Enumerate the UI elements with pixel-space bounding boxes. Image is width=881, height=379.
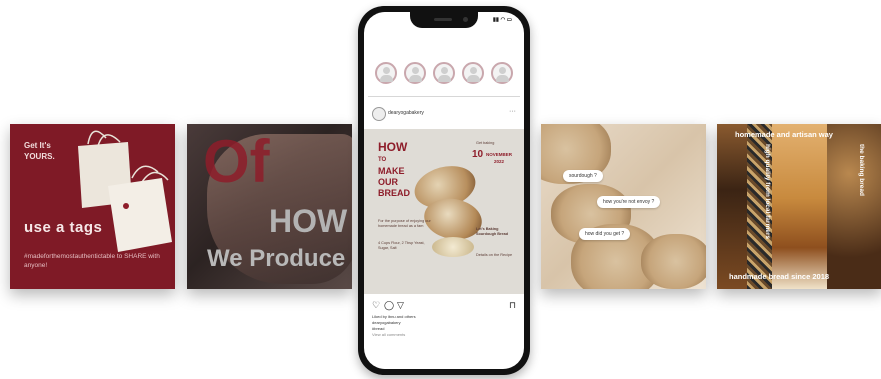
muffin-photo [827, 124, 881, 289]
post-date-month: NOVEMBER [486, 152, 513, 157]
tile-side-caption: the baking bread [858, 144, 865, 197]
story-avatar[interactable] [404, 62, 426, 84]
tile-word-of: Of [203, 128, 270, 195]
post-tile-artisan-bread[interactable]: homemade and artisan way handmade bread … [717, 124, 881, 289]
post-title-bread: BREAD [378, 188, 411, 198]
heart-icon[interactable]: ♡ [372, 300, 380, 310]
story-avatar[interactable] [462, 62, 484, 84]
post-body-text: For the purpose of enjoying our homemade… [378, 219, 431, 228]
tile-hashtag-text: #madeforthemostauthentictable to SHARE w… [24, 253, 160, 269]
divider [368, 96, 520, 97]
story-avatar[interactable] [433, 62, 455, 84]
chat-bubble: how you're not envoy ? [597, 196, 661, 208]
post-date-year: 2022 [494, 159, 505, 164]
chat-bubble: sourdough ? [563, 170, 603, 182]
post-username[interactable]: dearyogabakery [388, 111, 424, 116]
post-title-to: TO [378, 157, 387, 163]
phone-notch [410, 12, 478, 28]
phone-screen: ▮▮ ◠ ▭ dearyogabakery ··· HOW TO MAKE OU… [364, 12, 524, 369]
caption-text: #bread [372, 326, 385, 331]
post-title-make: MAKE [378, 166, 405, 176]
post-date-caption: Get baking [476, 141, 495, 145]
post-title-how: HOW [378, 140, 408, 154]
story-avatar[interactable] [375, 62, 397, 84]
bread-slice-image [641, 234, 706, 289]
post-title-our: OUR [378, 177, 398, 187]
post-tile-how-we-produce[interactable]: Of HOW We Produce [187, 124, 352, 289]
bookmark-icon[interactable]: ⊓ [509, 300, 516, 310]
tile-side-caption: high quality from local farmers [764, 144, 771, 239]
bread-loaf-photo [772, 124, 827, 289]
post-tile-sourdough-chat[interactable]: sourdough ? how you're not envoy ? how d… [541, 124, 706, 289]
bread-photo [432, 237, 474, 257]
signal-battery-icon: ▮▮ ◠ ▭ [492, 17, 512, 23]
post-tile-tote-bags[interactable]: Get It's YOURS. use a tags #madeforthemo… [10, 124, 175, 289]
view-comments-link[interactable]: View all comments [372, 332, 405, 337]
comment-icon[interactable]: ◯ [384, 300, 394, 310]
story-avatar[interactable] [491, 62, 513, 84]
post-notes: Details on the Recipe [476, 253, 513, 257]
post-ingredients: 4 Cups Flour, 2 Tbsp Yeast, Sugar, Salt [378, 241, 425, 250]
tile-word-how: HOW [269, 203, 348, 239]
caption-username[interactable]: dearyogabakery [372, 320, 401, 325]
more-dots-icon[interactable]: ··· [509, 108, 516, 115]
tile-headline: Get It's YOURS. [24, 141, 55, 161]
post-subtitle: Let's Baking Sourdough Bread [476, 227, 509, 236]
tile-bottom-caption: handmade bread since 2018 [729, 272, 830, 281]
photo-strip [717, 124, 747, 289]
post-avatar[interactable] [372, 107, 386, 121]
tile-top-caption: homemade and artisan way [735, 130, 833, 139]
tile-word-produce: We Produce [207, 245, 346, 272]
tile-cta-text: use a tags [24, 219, 103, 236]
chat-bubble: how did you get ? [579, 228, 631, 240]
post-image[interactable]: HOW TO MAKE OUR BREAD Get baking 10 NOVE… [364, 129, 524, 294]
phone-mockup: ▮▮ ◠ ▭ dearyogabakery ··· HOW TO MAKE OU… [358, 6, 530, 375]
share-icon[interactable]: ▽ [397, 300, 404, 310]
post-date-day: 10 [472, 149, 484, 160]
likes-text[interactable]: Liked by ibnu and others [372, 314, 416, 319]
